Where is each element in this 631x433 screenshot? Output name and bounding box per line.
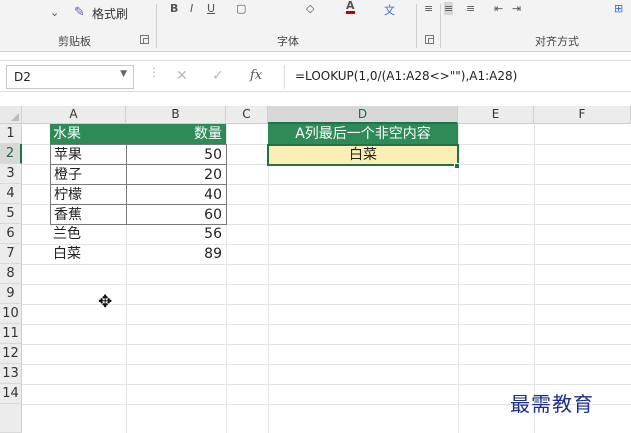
- font-group-label: 字体: [277, 35, 299, 48]
- row-header[interactable]: 10: [0, 304, 22, 324]
- clipboard-group-label: 剪贴板: [58, 35, 91, 48]
- row-header[interactable]: 11: [0, 324, 22, 344]
- chevron-down-icon[interactable]: ⌄: [50, 6, 59, 19]
- column-header-c[interactable]: C: [226, 106, 268, 124]
- cell-select-cursor-icon: ✥: [98, 292, 113, 312]
- column-header-f[interactable]: F: [534, 106, 631, 124]
- cell-a5[interactable]: 香蕉: [50, 204, 127, 225]
- merge-center-icon[interactable]: ⊞: [614, 2, 623, 15]
- align-left-icon[interactable]: ≡: [424, 2, 433, 15]
- phonetic-icon[interactable]: 文: [384, 2, 395, 18]
- row-header[interactable]: 4: [0, 184, 22, 204]
- cell-b2[interactable]: 50: [126, 144, 227, 165]
- italic-icon[interactable]: I: [190, 2, 193, 15]
- alignment-group-label: 对齐方式: [535, 35, 579, 48]
- cell-a4[interactable]: 柠檬: [50, 184, 127, 205]
- row-header[interactable]: 9: [0, 284, 22, 304]
- format-painter-icon[interactable]: ✎: [74, 5, 85, 20]
- cell-d1[interactable]: A列最后一个非空内容: [268, 124, 458, 144]
- gridline: [22, 264, 631, 265]
- font-color-icon[interactable]: A: [346, 0, 355, 14]
- column-header-d[interactable]: D: [268, 106, 458, 124]
- cell-a2[interactable]: 苹果: [50, 144, 127, 165]
- align-right-icon[interactable]: ≡: [466, 2, 475, 15]
- insert-function-button[interactable]: fx: [250, 68, 262, 83]
- gridline: [22, 284, 631, 285]
- column-header-b[interactable]: B: [126, 106, 226, 124]
- gridline: [534, 124, 535, 433]
- cell-b3[interactable]: 20: [126, 164, 227, 185]
- name-box-value: D2: [14, 70, 31, 84]
- row-header[interactable]: 13: [0, 364, 22, 384]
- align-center-icon[interactable]: ≡: [444, 2, 454, 15]
- name-box[interactable]: D2 ▼: [6, 65, 134, 89]
- underline-icon[interactable]: U: [207, 2, 215, 15]
- column-header-e[interactable]: E: [458, 106, 534, 124]
- chevron-down-icon[interactable]: ▼: [120, 69, 127, 79]
- row-header[interactable]: 7: [0, 244, 22, 264]
- decrease-indent-icon[interactable]: ⇤: [494, 2, 503, 15]
- format-painter-button[interactable]: 格式刷: [92, 5, 128, 22]
- more-options-icon[interactable]: ⋮: [148, 65, 160, 79]
- cell-b1[interactable]: 数量: [126, 124, 226, 144]
- ribbon: ⌄ ✎ 格式刷 B I U ▢ ◇ A 文 ≡ ≡ ≡ ⇤ ⇥ ⊞ 剪贴板 字体…: [0, 0, 631, 52]
- row-header[interactable]: 14: [0, 384, 22, 404]
- cancel-icon[interactable]: ✕: [176, 68, 188, 84]
- row-header[interactable]: 5: [0, 204, 22, 224]
- fill-handle[interactable]: [454, 163, 460, 169]
- cell-b4[interactable]: 40: [126, 184, 227, 205]
- gridline: [22, 364, 631, 365]
- gridline: [22, 324, 631, 325]
- row-header[interactable]: 12: [0, 344, 22, 364]
- gridline: [268, 124, 269, 433]
- row-header[interactable]: 2: [0, 144, 22, 164]
- formula-bar: D2 ▼ ⋮ ✕ ✓ fx =LOOKUP(1,0/(A1:A28<>""),A…: [0, 60, 631, 92]
- row-header[interactable]: 3: [0, 164, 22, 184]
- font-launcher-icon[interactable]: [425, 35, 434, 44]
- cell-a3[interactable]: 橙子: [50, 164, 127, 185]
- gridline: [22, 384, 631, 385]
- cell-a6[interactable]: 兰色: [50, 224, 126, 244]
- watermark: 最需教育: [510, 392, 594, 416]
- row-header[interactable]: [0, 404, 22, 433]
- column-header-a[interactable]: A: [22, 106, 126, 124]
- cell-a1[interactable]: 水果: [50, 124, 126, 144]
- row-header[interactable]: 8: [0, 264, 22, 284]
- cell-b5[interactable]: 60: [126, 204, 227, 225]
- cell-b6[interactable]: 56: [126, 224, 226, 244]
- clipboard-launcher-icon[interactable]: [140, 35, 149, 44]
- select-all-corner[interactable]: [0, 106, 22, 124]
- cell-a7[interactable]: 白菜: [50, 244, 126, 264]
- bold-icon[interactable]: B: [170, 2, 178, 15]
- gridline: [22, 304, 631, 305]
- ribbon-divider: [440, 4, 441, 48]
- formula-input[interactable]: =LOOKUP(1,0/(A1:A28<>""),A1:A28): [284, 65, 629, 89]
- ribbon-divider: [156, 4, 157, 48]
- gridline: [22, 344, 631, 345]
- fill-color-icon[interactable]: ◇: [306, 2, 314, 15]
- row-header[interactable]: 6: [0, 224, 22, 244]
- cell-d2[interactable]: 白菜: [267, 144, 459, 166]
- row-header[interactable]: 1: [0, 124, 22, 144]
- enter-icon[interactable]: ✓: [212, 68, 224, 84]
- border-icon[interactable]: ▢: [236, 2, 246, 15]
- increase-indent-icon[interactable]: ⇥: [512, 2, 521, 15]
- gridline: [458, 124, 459, 433]
- cell-b7[interactable]: 89: [126, 244, 226, 264]
- ribbon-divider: [416, 4, 417, 48]
